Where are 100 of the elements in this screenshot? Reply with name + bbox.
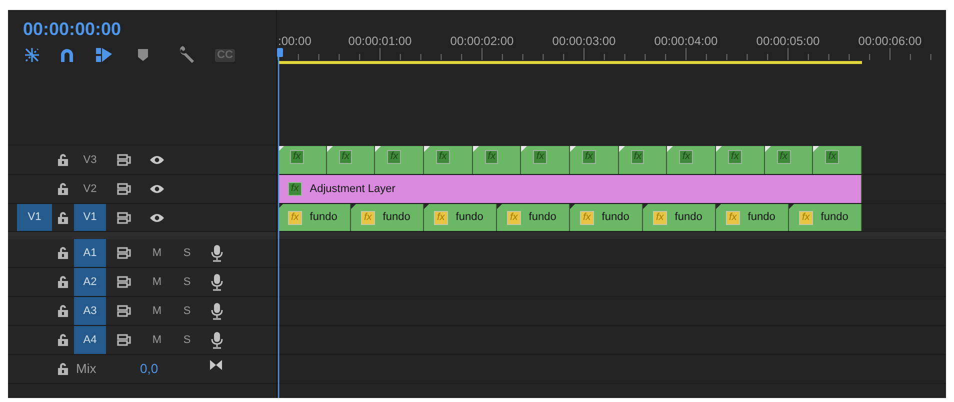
mute-button[interactable]: M	[152, 332, 162, 348]
clip[interactable]: fx Adjustment Layer	[278, 175, 862, 203]
track-label[interactable]: A1	[74, 239, 106, 267]
microphone-icon[interactable]	[211, 244, 223, 262]
sync-icon[interactable]	[117, 154, 131, 166]
clip[interactable]: fx	[716, 146, 765, 174]
clip-name: fundo	[602, 210, 630, 226]
track-label[interactable]: V2	[74, 175, 106, 203]
clip[interactable]: fx	[521, 146, 570, 174]
sync-icon[interactable]	[117, 247, 131, 259]
fx-badge[interactable]: fx	[288, 210, 302, 224]
lock-icon[interactable]	[58, 276, 68, 288]
playhead[interactable]	[277, 48, 283, 398]
lock-icon[interactable]	[58, 305, 68, 317]
lock-icon[interactable]	[58, 212, 68, 224]
clip[interactable]: fx	[375, 146, 424, 174]
microphone-icon[interactable]	[211, 331, 223, 349]
clip[interactable]: fx fundo	[351, 204, 424, 231]
transition-marker-icon	[667, 146, 674, 152]
clip[interactable]: fx fundo	[570, 204, 643, 231]
clip[interactable]: fx	[472, 146, 522, 174]
fx-badge[interactable]: fx	[825, 150, 840, 164]
clip[interactable]: fx	[326, 146, 376, 174]
sync-icon[interactable]	[117, 305, 131, 317]
clip-name: fundo	[748, 210, 776, 226]
mute-button[interactable]: M	[152, 244, 162, 262]
fx-badge[interactable]: fx	[290, 150, 304, 164]
lock-icon[interactable]	[58, 363, 68, 375]
fx-badge[interactable]: fx	[799, 210, 813, 224]
bowtie-icon[interactable]	[210, 360, 222, 370]
solo-button[interactable]: S	[183, 244, 191, 262]
fx-badge[interactable]: fx	[387, 150, 402, 164]
fx-badge[interactable]: fx	[582, 150, 596, 164]
fx-badge[interactable]: fx	[580, 210, 594, 224]
sync-icon[interactable]	[117, 276, 131, 288]
clip[interactable]: fx	[278, 146, 327, 174]
source-patch[interactable]: V1	[17, 204, 52, 231]
fx-badge[interactable]: fx	[679, 150, 694, 164]
magnet-icon[interactable]	[59, 47, 75, 63]
fx-badge[interactable]: fx	[434, 210, 448, 224]
fx-badge[interactable]: fx	[484, 150, 498, 164]
fx-badge[interactable]: fx	[436, 150, 450, 164]
ruler-label: 00:00:06:00	[858, 34, 922, 48]
solo-button[interactable]: S	[183, 332, 191, 348]
clip[interactable]: fx	[424, 146, 473, 174]
clip-name: fundo	[456, 210, 484, 226]
clip[interactable]: fx fundo	[716, 204, 789, 231]
fx-badge[interactable]: fx	[361, 210, 375, 224]
fx-badge[interactable]: fx	[726, 210, 740, 224]
sync-icon[interactable]	[117, 334, 131, 346]
fx-badge[interactable]: fx	[288, 182, 302, 196]
marker-icon[interactable]	[137, 48, 149, 62]
mix-value[interactable]: 0,0	[140, 359, 158, 379]
eye-icon[interactable]	[149, 184, 165, 194]
solo-button[interactable]: S	[183, 274, 191, 290]
fx-badge[interactable]: fx	[630, 150, 644, 164]
fx-badge[interactable]: fx	[533, 150, 548, 164]
clip[interactable]: fx	[570, 146, 619, 174]
fx-badge[interactable]: fx	[653, 210, 667, 224]
lock-icon[interactable]	[58, 247, 68, 259]
clip[interactable]: fx	[667, 146, 716, 174]
fx-badge[interactable]: fx	[728, 150, 742, 164]
clip[interactable]: fx	[764, 146, 814, 174]
fx-badge[interactable]: fx	[507, 210, 521, 224]
transition-marker-icon	[424, 146, 430, 152]
eye-icon[interactable]	[149, 212, 165, 222]
track-label[interactable]: A4	[74, 326, 106, 354]
lock-icon[interactable]	[58, 334, 68, 346]
linked-selection-icon[interactable]	[95, 47, 113, 63]
sync-icon[interactable]	[117, 183, 131, 195]
clip-name: Adjustment Layer	[310, 182, 396, 197]
timecode[interactable]: 00:00:00:00	[23, 19, 276, 39]
track-label[interactable]: V1	[74, 204, 106, 231]
track-label[interactable]: A3	[74, 297, 106, 325]
microphone-icon[interactable]	[211, 273, 223, 291]
clip[interactable]: fx fundo	[424, 204, 497, 231]
clip[interactable]: fx fundo	[497, 204, 570, 231]
fx-badge[interactable]: fx	[776, 150, 790, 164]
clip[interactable]: fx	[618, 146, 668, 174]
mute-button[interactable]: M	[152, 274, 162, 290]
clip[interactable]: fx	[813, 146, 862, 174]
track-label[interactable]: V3	[74, 146, 106, 174]
clip[interactable]: fx fundo	[789, 204, 862, 231]
clip[interactable]: fx fundo	[278, 204, 351, 231]
solo-button[interactable]: S	[183, 302, 191, 320]
wrench-icon[interactable]	[178, 46, 196, 64]
eye-icon[interactable]	[149, 155, 165, 165]
sync-icon[interactable]	[117, 212, 131, 224]
clip[interactable]: fx fundo	[643, 204, 716, 231]
clip-name: fundo	[820, 210, 848, 226]
microphone-icon[interactable]	[211, 302, 223, 320]
lock-icon[interactable]	[58, 154, 68, 166]
mute-button[interactable]: M	[152, 302, 162, 320]
ruler-label: 00:00:05:00	[756, 34, 820, 48]
transition-marker-icon	[521, 146, 528, 152]
clip-name: fundo	[528, 210, 556, 226]
lock-icon[interactable]	[58, 183, 68, 195]
fx-badge[interactable]: fx	[338, 150, 352, 164]
nest-icon[interactable]	[23, 47, 41, 63]
track-label[interactable]: A2	[74, 268, 106, 296]
